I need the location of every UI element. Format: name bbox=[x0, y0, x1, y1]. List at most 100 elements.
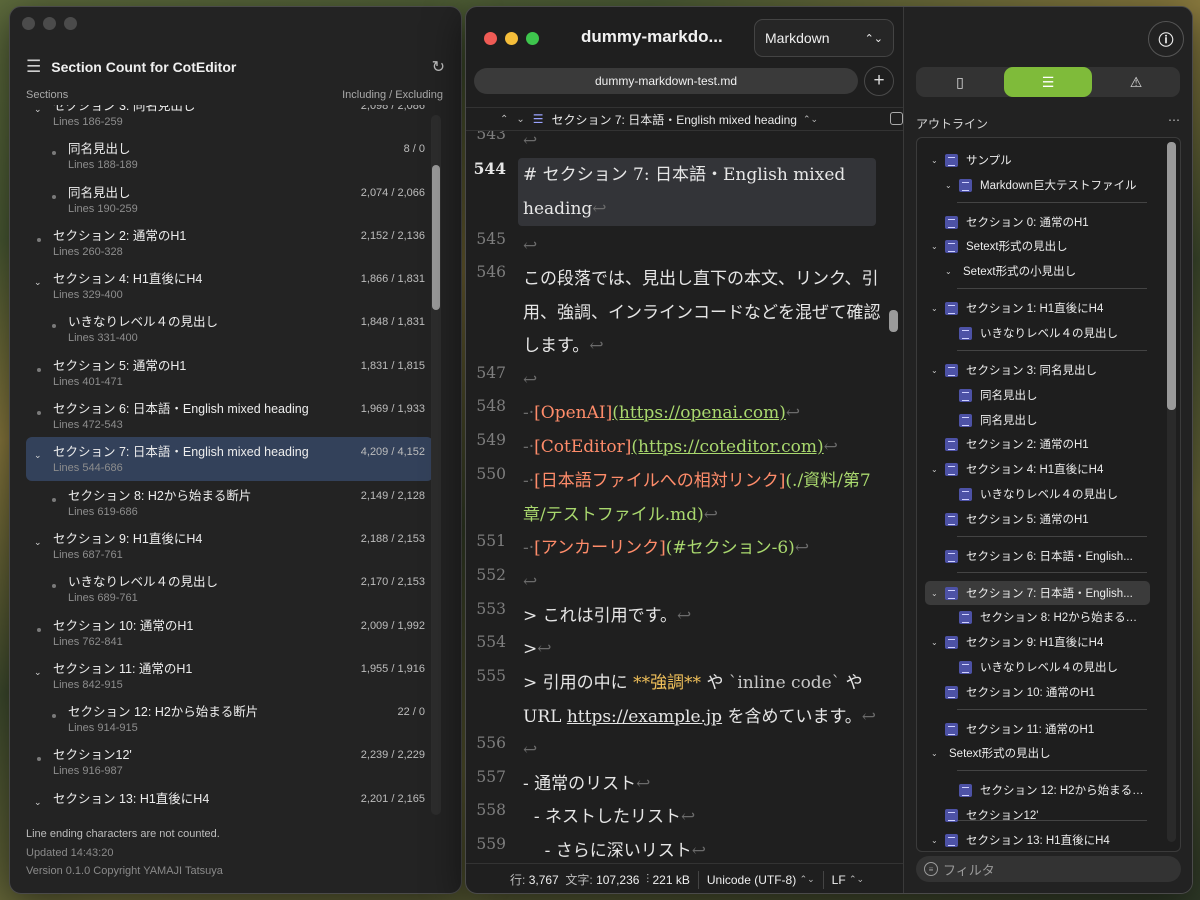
outline-item[interactable]: セクション 6: 日本語・English... bbox=[917, 544, 1157, 568]
scrollbar-thumb[interactable] bbox=[1167, 142, 1176, 410]
section-row[interactable]: 同名見出し Lines 188-189 8 / 0 bbox=[26, 134, 433, 177]
chevron-down-icon[interactable]: ⌄ bbox=[931, 836, 943, 845]
section-row[interactable]: セクション 12: H2から始まる断片 Lines 914-915 22 / 0 bbox=[26, 697, 433, 740]
outline-item[interactable]: いきなりレベル４の見出し bbox=[917, 655, 1157, 679]
outline-item[interactable]: 同名見出し bbox=[917, 408, 1157, 432]
outline-item[interactable]: ⌄ セクション 7: 日本語・English... bbox=[925, 581, 1150, 605]
scrollbar-thumb[interactable] bbox=[432, 165, 440, 310]
panel-footer: Line ending characters are not counted. … bbox=[26, 825, 223, 881]
text-view[interactable]: 543 ↩ 544 # セクション 7: 日本語・English mixed hea… bbox=[466, 131, 903, 863]
section-lines: Lines 619-686 bbox=[68, 505, 138, 518]
outline-item[interactable]: セクション 11: 通常のH1 bbox=[917, 717, 1157, 741]
outline-item[interactable]: ⌄ セクション 9: H1直後にH4 bbox=[917, 630, 1157, 654]
chevron-down-icon[interactable]: ⌄ bbox=[945, 181, 957, 190]
chevron-down-icon[interactable]: ⌄ bbox=[931, 465, 943, 474]
outline-scrollbar[interactable] bbox=[1167, 142, 1176, 842]
section-row[interactable]: ⌄ セクション 11: 通常のH1 Lines 842-915 1,955 / 1,9… bbox=[26, 654, 433, 697]
chevron-down-icon[interactable]: ⌄ bbox=[931, 156, 943, 165]
outline-item[interactable]: ⌄ Setext形式の見出し bbox=[917, 234, 1157, 258]
minimize-window-button[interactable] bbox=[43, 17, 56, 30]
section-row[interactable]: ⌄セクション 13: H1直後にH4Lines 988-1,0652,201 /… bbox=[26, 784, 433, 810]
outline-item[interactable]: 同名見出し bbox=[917, 383, 1157, 407]
heading-icon bbox=[959, 178, 972, 192]
outline-item[interactable]: ⌄ セクション 1: H1直後にH4 bbox=[917, 296, 1157, 320]
outline-item[interactable]: セクション12' bbox=[917, 803, 1157, 827]
section-count: 2,152 / 2,136 bbox=[360, 229, 425, 242]
outline-item[interactable]: セクション 8: H2から始まる… bbox=[917, 605, 1157, 629]
outline-item[interactable]: ⌄ Setext形式の見出し bbox=[917, 741, 1157, 765]
outline-item[interactable]: ⌄ Setext形式の小見出し bbox=[917, 259, 1157, 283]
outline-item[interactable]: いきなりレベル４の見出し bbox=[917, 482, 1157, 506]
close-window-button[interactable] bbox=[22, 17, 35, 30]
section-row[interactable]: ⌄ セクション 9: H1直後にH4 Lines 687-761 2,188 / 2,… bbox=[26, 524, 433, 567]
outline-menu[interactable]: セクション 7: 日本語・English mixed heading bbox=[552, 111, 797, 128]
outline-item[interactable]: セクション 0: 通常のH1 bbox=[917, 210, 1157, 234]
section-row[interactable]: セクション 2: 通常のH1 Lines 260-328 2,152 / 2,136 bbox=[26, 221, 433, 264]
section-row[interactable]: セクション 8: H2から始まる断片 Lines 619-686 2,149 / 2… bbox=[26, 481, 433, 524]
section-row[interactable]: ⌄ セクション 4: H1直後にH4 Lines 329-400 1,866 / 1,… bbox=[26, 264, 433, 307]
prev-next-heading-buttons[interactable]: ⌃⌄ bbox=[500, 114, 533, 125]
chevron-down-icon[interactable]: ⌄ bbox=[931, 749, 943, 758]
chevron-down-icon[interactable]: ⌄ bbox=[34, 537, 42, 548]
syntax-selector[interactable]: Markdown ⌃⌄ bbox=[754, 19, 894, 57]
line-number: 546 bbox=[476, 263, 506, 281]
outline-item[interactable]: ⌄ サンプル bbox=[917, 148, 1157, 172]
document-tab[interactable]: dummy-markdown-test.md bbox=[474, 68, 858, 94]
section-row[interactable]: ⌄ セクション 3: 同名見出し Lines 186-259 2,098 / 2,08… bbox=[26, 105, 433, 134]
outline-item-label: いきなりレベル４の見出し bbox=[980, 328, 1118, 340]
zoom-window-button[interactable] bbox=[526, 32, 539, 45]
line-number: 550 bbox=[476, 465, 506, 483]
editor-scrollbar-thumb[interactable] bbox=[889, 310, 898, 332]
chevron-down-icon[interactable]: ⌄ bbox=[931, 638, 943, 647]
heading-icon bbox=[959, 388, 972, 402]
zoom-window-button[interactable] bbox=[64, 17, 77, 30]
new-tab-button[interactable]: + bbox=[864, 66, 894, 96]
chevron-down-icon[interactable]: ⌄ bbox=[931, 304, 943, 313]
section-row[interactable]: いきなりレベル４の見出し Lines 331-400 1,848 / 1,831 bbox=[26, 307, 433, 350]
chevron-down-icon[interactable]: ⌄ bbox=[34, 277, 42, 288]
line-number: 556 bbox=[476, 734, 506, 752]
encoding-menu[interactable]: Unicode (UTF-8) bbox=[707, 873, 796, 887]
line-ending-menu[interactable]: LF bbox=[832, 873, 846, 887]
chevron-down-icon[interactable]: ⌄ bbox=[34, 797, 42, 808]
refresh-icon[interactable]: ↻ bbox=[432, 57, 445, 77]
outline-item[interactable]: セクション 10: 通常のH1 bbox=[917, 680, 1157, 704]
filter-field[interactable]: ≡ フィルタ bbox=[916, 856, 1181, 882]
split-editor-icon[interactable] bbox=[890, 112, 903, 125]
chevron-down-icon[interactable]: ⌄ bbox=[34, 105, 42, 115]
outline-item[interactable]: セクション 2: 通常のH1 bbox=[917, 432, 1157, 456]
section-row[interactable]: セクション12' Lines 916-987 2,239 / 2,229 bbox=[26, 740, 433, 783]
outline-item[interactable]: ⌄ Markdown巨大テストファイル bbox=[917, 173, 1157, 197]
outline-item[interactable]: ⌄ セクション 13: H1直後にH4 bbox=[917, 828, 1157, 851]
chevron-down-icon[interactable]: ⌄ bbox=[931, 242, 943, 251]
outline-item[interactable]: セクション 12: H2から始まる… bbox=[917, 778, 1157, 802]
chevron-down-icon[interactable]: ⌄ bbox=[931, 589, 943, 598]
warning-tab-icon[interactable]: ⚠ bbox=[1092, 67, 1180, 97]
section-row[interactable]: 同名見出し Lines 190-259 2,074 / 2,066 bbox=[26, 178, 433, 221]
section-row[interactable]: セクション 5: 通常のH1 Lines 401-471 1,831 / 1,815 bbox=[26, 351, 433, 394]
outline-item[interactable]: いきなりレベル４の見出し bbox=[917, 321, 1157, 345]
chevron-down-icon[interactable]: ⌄ bbox=[34, 667, 42, 678]
chevron-down-icon[interactable]: ⌄ bbox=[931, 366, 943, 375]
line-number: 543 bbox=[476, 131, 506, 143]
outline-tab-icon[interactable]: ☰ bbox=[1004, 67, 1092, 97]
outline-item[interactable]: ⌄ セクション 4: H1直後にH4 bbox=[917, 457, 1157, 481]
chevron-down-icon[interactable]: ⌄ bbox=[34, 450, 42, 461]
section-row[interactable]: セクション 10: 通常のH1 Lines 762-841 2,009 / 1,99… bbox=[26, 611, 433, 654]
minimize-window-button[interactable] bbox=[505, 32, 518, 45]
outline-item[interactable]: セクション 5: 通常のH1 bbox=[917, 507, 1157, 531]
section-row[interactable]: セクション 6: 日本語・English mixed heading Lines … bbox=[26, 394, 433, 437]
section-row[interactable]: いきなりレベル４の見出し Lines 689-761 2,170 / 2,153 bbox=[26, 567, 433, 610]
link-line: -·[日本語ファイルへの相対リンク](./資料/第7章/テストファイル.md)↩ bbox=[523, 471, 871, 525]
outline-item-label: セクション 6: 日本語・English... bbox=[966, 551, 1133, 563]
quote-line: > 引用の中に **強調** や `inline code` や URL htt… bbox=[523, 673, 877, 727]
info-button[interactable]: ⓘ bbox=[1148, 21, 1184, 57]
updated-time: Updated 14:43:20 bbox=[26, 846, 114, 859]
more-options-icon[interactable]: ⋯ bbox=[1168, 113, 1180, 127]
outline-item[interactable]: ⌄ セクション 3: 同名見出し bbox=[917, 358, 1157, 382]
close-window-button[interactable] bbox=[484, 32, 497, 45]
document-tab-icon[interactable]: ▯ bbox=[916, 67, 1004, 97]
sections-scrollbar[interactable] bbox=[431, 115, 441, 815]
chevron-down-icon[interactable]: ⌄ bbox=[945, 267, 957, 276]
section-row[interactable]: ⌄ セクション 7: 日本語・English mixed heading Lines… bbox=[26, 437, 433, 481]
